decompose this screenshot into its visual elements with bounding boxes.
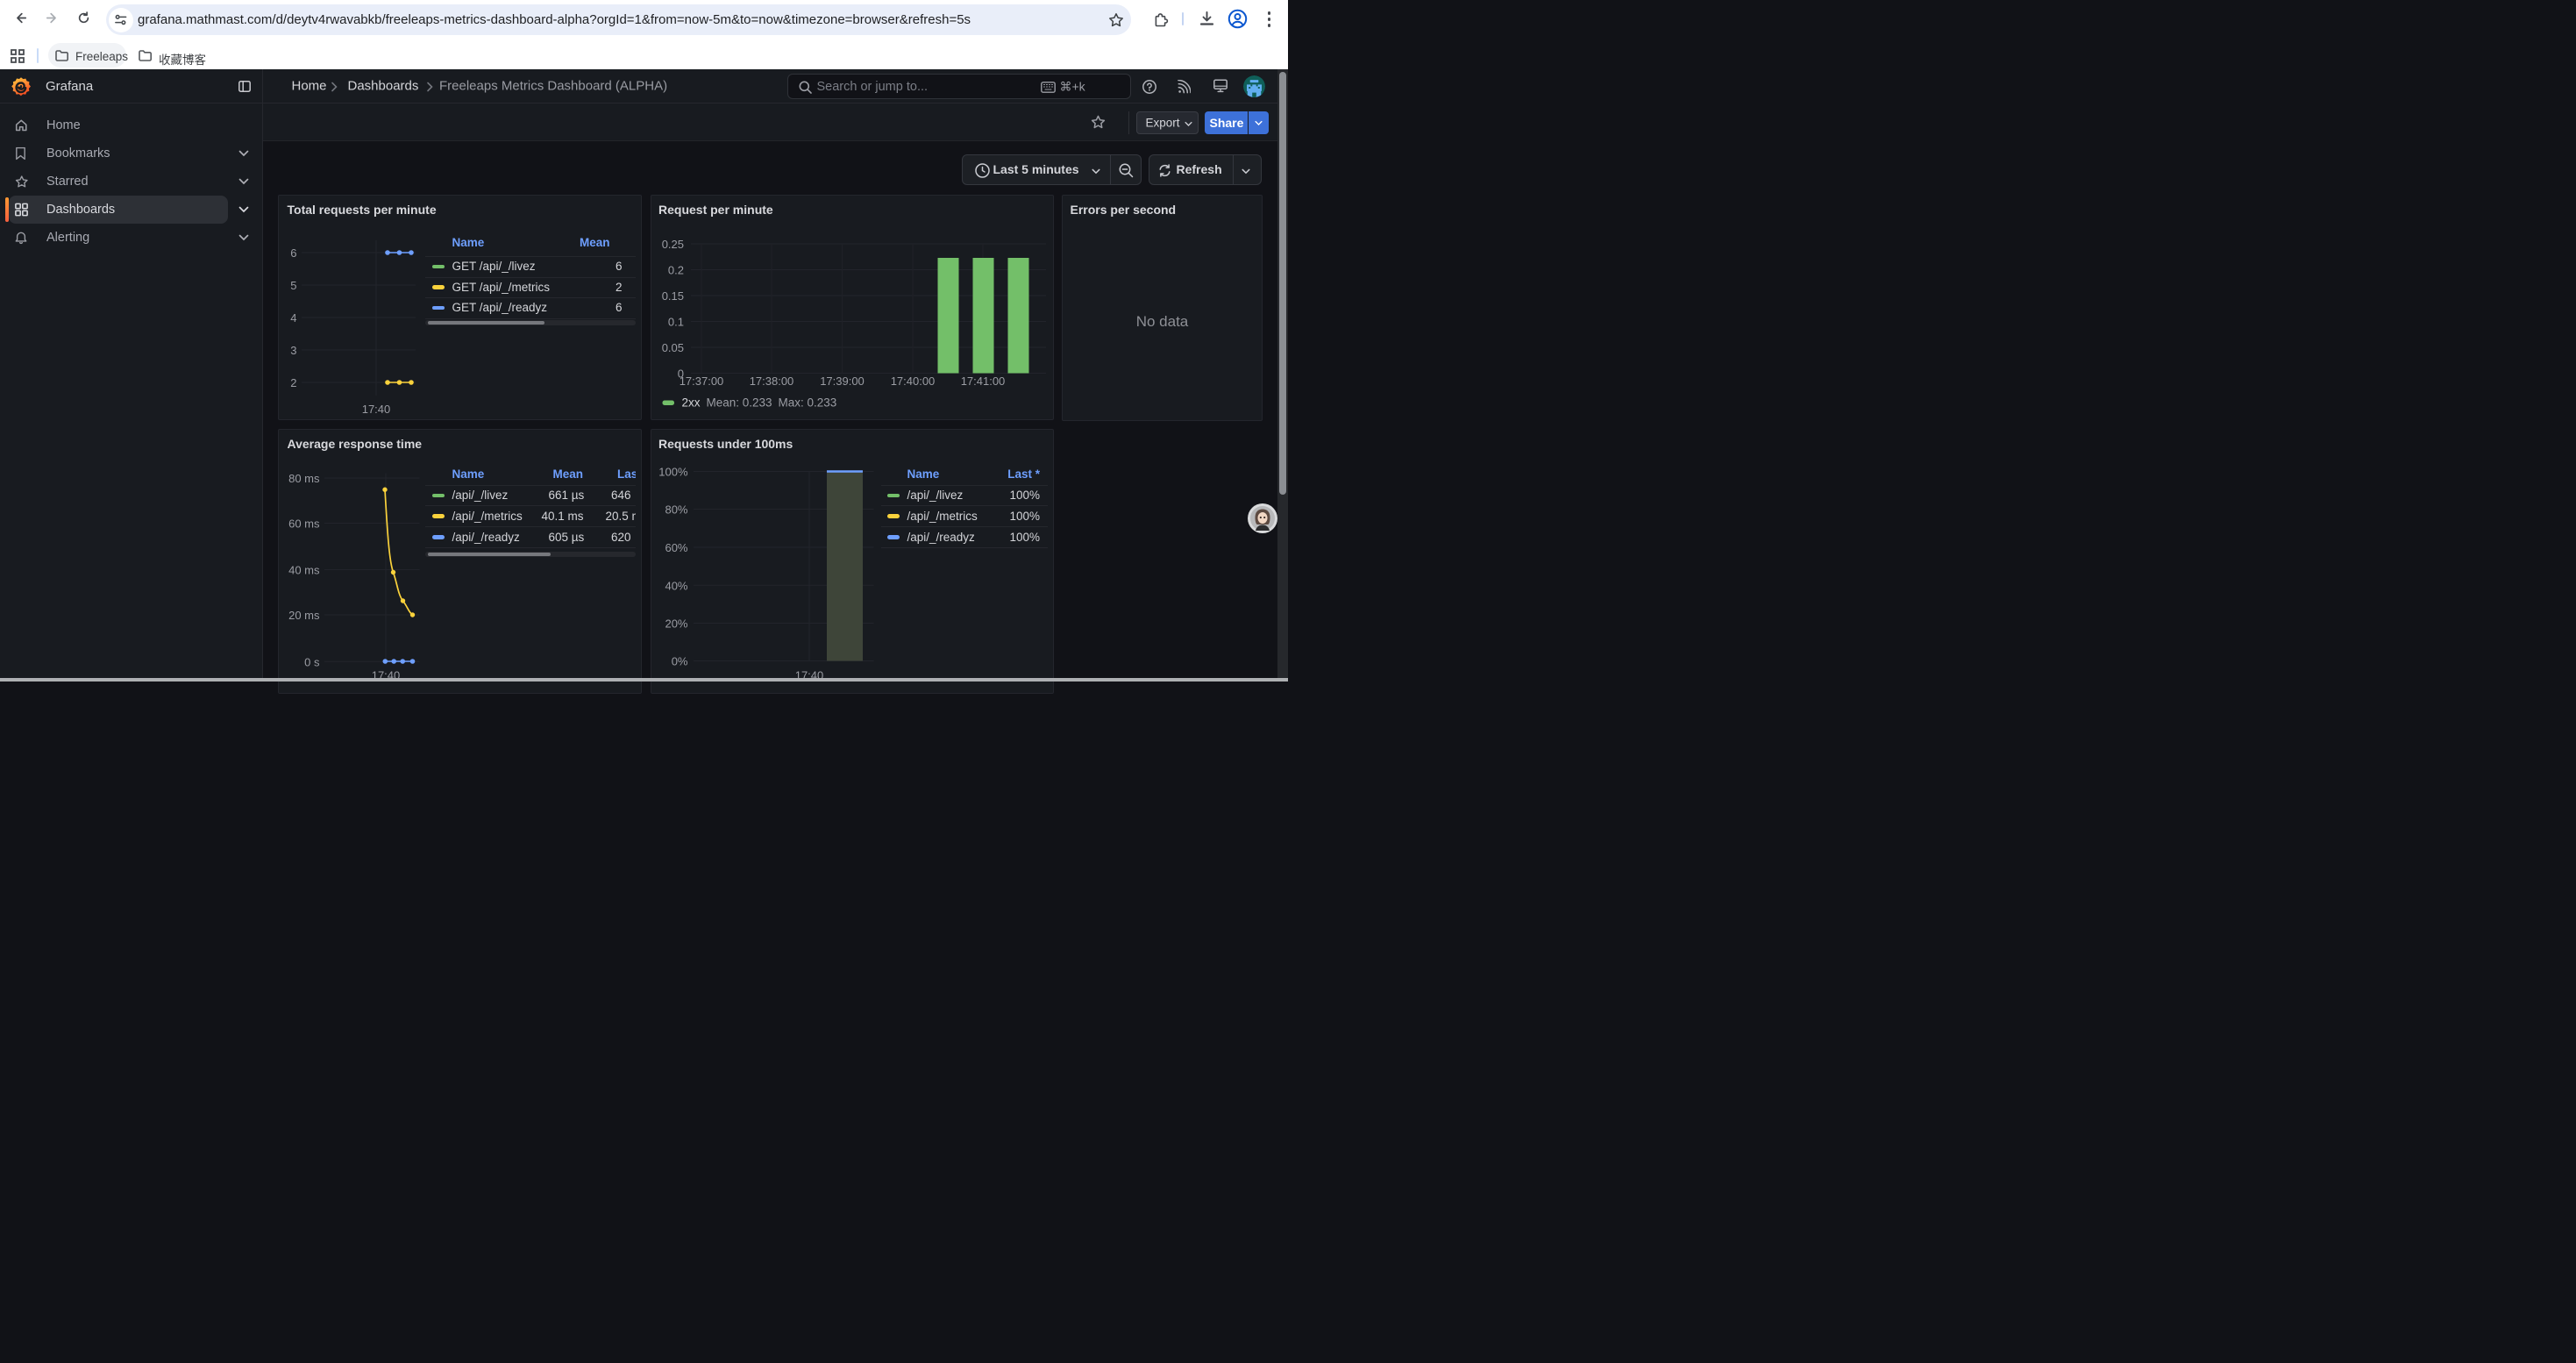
svg-text:40%: 40% [665,579,687,592]
svg-text:0.1: 0.1 [667,316,683,329]
svg-text:20 ms: 20 ms [288,609,320,622]
svg-text:Max: 0.233: Max: 0.233 [778,396,836,410]
svg-text:60%: 60% [665,541,687,554]
svg-text:100%: 100% [658,466,688,479]
svg-text:17:38:00: 17:38:00 [749,375,793,388]
svg-text:17:41:00: 17:41:00 [960,375,1005,388]
svg-text:17:37:00: 17:37:00 [679,375,723,388]
svg-text:0%: 0% [671,655,687,668]
svg-text:20%: 20% [665,617,687,631]
svg-text:40 ms: 40 ms [288,564,320,577]
svg-text:0.15: 0.15 [661,289,683,303]
svg-text:5: 5 [290,279,296,292]
svg-text:2: 2 [290,376,296,389]
svg-text:0 s: 0 s [304,655,320,668]
svg-text:17:39:00: 17:39:00 [820,375,865,388]
svg-text:17:40: 17:40 [361,403,390,416]
svg-text:4: 4 [290,311,296,325]
svg-text:2xx: 2xx [681,396,700,410]
svg-text:3: 3 [290,344,296,357]
svg-text:Mean: 0.233: Mean: 0.233 [706,396,772,410]
svg-text:80%: 80% [665,503,687,517]
svg-text:0.2: 0.2 [667,264,683,277]
svg-text:60 ms: 60 ms [288,517,320,531]
svg-text:0.05: 0.05 [661,341,683,354]
svg-text:6: 6 [290,246,296,260]
svg-text:80 ms: 80 ms [288,472,320,485]
svg-text:17:40:00: 17:40:00 [890,375,935,388]
svg-text:0.25: 0.25 [661,238,683,251]
